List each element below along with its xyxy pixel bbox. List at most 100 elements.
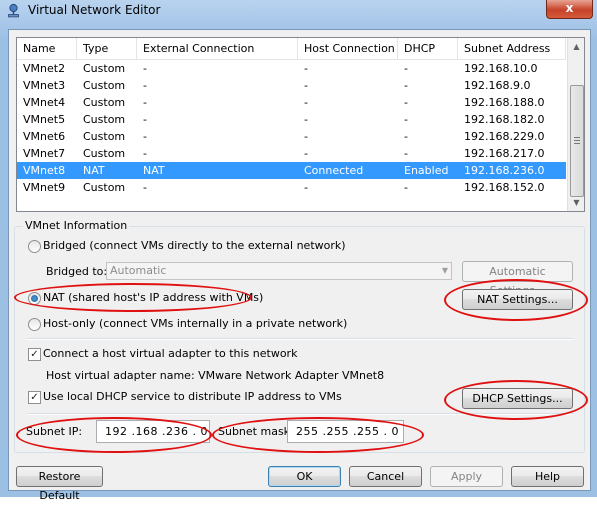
separator-2	[27, 413, 574, 415]
table-cell: 192.168.217.0	[464, 147, 545, 160]
table-cell: 192.168.236.0	[464, 164, 545, 177]
column-header-type[interactable]: Type	[77, 38, 137, 59]
checkmark-icon: ✓	[30, 392, 39, 403]
table-cell: Custom	[83, 113, 126, 126]
list-vertical-scrollbar[interactable]: ▲ ▼	[567, 38, 584, 211]
table-cell: VMnet3	[23, 79, 66, 92]
table-cell: -	[304, 79, 308, 92]
table-cell: 192.168.188.0	[464, 96, 545, 109]
ok-button[interactable]: OK	[268, 466, 341, 487]
table-row[interactable]: VMnet4 Custom - - - 192.168.188.0	[17, 94, 566, 111]
host-only-radio[interactable]	[28, 318, 41, 331]
table-cell: VMnet9	[23, 181, 66, 194]
subnet-mask-input[interactable]: 255 .255 .255 . 0	[287, 420, 404, 443]
bridged-radio[interactable]	[28, 240, 41, 253]
dropdown-arrow-icon: ▼	[441, 266, 448, 275]
list-header: Name Type External Connection Host Conne…	[17, 38, 566, 60]
table-cell: -	[304, 147, 308, 160]
vmnet-information-legend: VMnet Information	[23, 219, 130, 232]
dhcp-settings-button[interactable]: DHCP Settings...	[462, 388, 573, 409]
table-cell: -	[304, 181, 308, 194]
table-cell: VMnet7	[23, 147, 66, 160]
table-row[interactable]: VMnet5 Custom - - - 192.168.182.0	[17, 111, 566, 128]
table-cell: Enabled	[404, 164, 449, 177]
table-cell: VMnet2	[23, 62, 66, 75]
subnet-mask-label: Subnet mask:	[218, 425, 294, 438]
bridged-to-label: Bridged to:	[46, 265, 108, 278]
table-row[interactable]: VMnet6 Custom - - - 192.168.229.0	[17, 128, 566, 145]
table-cell: -	[304, 62, 308, 75]
subnet-ip-label: Subnet IP:	[26, 425, 83, 438]
dialog-client-area: Name Type External Connection Host Conne…	[8, 29, 591, 502]
table-cell: VMnet5	[23, 113, 66, 126]
table-cell: -	[304, 130, 308, 143]
table-cell: Custom	[83, 96, 126, 109]
table-cell: 192.168.9.0	[464, 79, 531, 92]
apply-button[interactable]: Apply	[430, 466, 503, 487]
table-cell: -	[404, 181, 408, 194]
table-row[interactable]: VMnet2 Custom - - - 192.168.10.0	[17, 60, 566, 77]
table-cell: Custom	[83, 147, 126, 160]
bridged-to-dropdown[interactable]: Automatic ▼	[106, 262, 452, 280]
close-button[interactable]: x	[546, 0, 593, 19]
subnet-ip-input[interactable]: 192 .168 .236 . 0	[96, 420, 210, 443]
table-cell: -	[143, 96, 147, 109]
dhcp-checkbox[interactable]: ✓	[28, 391, 41, 404]
table-cell: NAT	[143, 164, 165, 177]
nat-settings-button[interactable]: NAT Settings...	[462, 289, 573, 310]
column-header-dhcp[interactable]: DHCP	[398, 38, 458, 59]
table-row[interactable]: VMnet9 Custom - - - 192.168.152.0	[17, 179, 566, 196]
table-cell: 192.168.152.0	[464, 181, 545, 194]
column-header-external-connection[interactable]: External Connection	[137, 38, 298, 59]
bridged-to-value: Automatic	[110, 264, 167, 277]
table-cell: -	[143, 79, 147, 92]
network-app-icon	[8, 3, 19, 18]
connect-adapter-checkbox[interactable]: ✓	[28, 348, 41, 361]
adapter-name-text: Host virtual adapter name: VMware Networ…	[46, 369, 385, 382]
virtual-network-editor-window: Virtual Network Editor x Name Type Exter…	[0, 0, 597, 502]
scrollbar-thumb[interactable]	[570, 85, 584, 197]
table-cell: 192.168.10.0	[464, 62, 538, 75]
automatic-settings-button[interactable]: Automatic Settings...	[462, 261, 573, 297]
table-cell: 192.168.229.0	[464, 130, 545, 143]
table-cell: -	[304, 96, 308, 109]
table-cell: -	[143, 181, 147, 194]
table-cell: VMnet4	[23, 96, 66, 109]
column-header-subnet-address[interactable]: Subnet Address	[458, 38, 566, 59]
column-header-name[interactable]: Name	[17, 38, 77, 59]
connect-adapter-label[interactable]: Connect a host virtual adapter to this n…	[43, 347, 297, 360]
title-bar[interactable]: Virtual Network Editor x	[0, 0, 597, 22]
table-cell: -	[143, 113, 147, 126]
scroll-down-arrow-icon[interactable]: ▼	[568, 194, 584, 211]
table-cell: -	[404, 147, 408, 160]
scroll-up-arrow-icon[interactable]: ▲	[568, 38, 584, 55]
table-cell: -	[143, 62, 147, 75]
table-row[interactable]: VMnet3 Custom - - - 192.168.9.0	[17, 77, 566, 94]
table-cell: -	[404, 62, 408, 75]
bridged-label[interactable]: Bridged (connect VMs directly to the ext…	[43, 239, 346, 252]
restore-default-button[interactable]: Restore Default	[16, 466, 103, 502]
table-cell: VMnet8	[23, 164, 66, 177]
cancel-button[interactable]: Cancel	[349, 466, 422, 487]
table-cell: 192.168.182.0	[464, 113, 545, 126]
nat-label[interactable]: NAT (shared host's IP address with VMs)	[43, 291, 263, 304]
host-only-label[interactable]: Host-only (connect VMs internally in a p…	[43, 317, 347, 330]
window-title: Virtual Network Editor	[28, 3, 161, 17]
table-cell: -	[404, 96, 408, 109]
table-row[interactable]: VMnet8 NAT NAT Connected Enabled 192.168.236.…	[17, 162, 566, 179]
dhcp-label[interactable]: Use local DHCP service to distribute IP …	[43, 390, 342, 403]
table-cell: -	[404, 130, 408, 143]
help-button[interactable]: Help	[511, 466, 584, 487]
table-cell: -	[143, 130, 147, 143]
table-cell: NAT	[83, 164, 105, 177]
vmnet-list[interactable]: Name Type External Connection Host Conne…	[16, 37, 585, 212]
table-cell: Connected	[304, 164, 364, 177]
table-row[interactable]: VMnet7 Custom - - - 192.168.217.0	[17, 145, 566, 162]
table-cell: Custom	[83, 79, 126, 92]
table-cell: -	[143, 147, 147, 160]
close-icon: x	[565, 1, 574, 15]
column-header-host-connection[interactable]: Host Connection	[298, 38, 398, 59]
separator-1	[27, 338, 574, 340]
table-cell: Custom	[83, 181, 126, 194]
nat-radio[interactable]	[28, 292, 41, 305]
